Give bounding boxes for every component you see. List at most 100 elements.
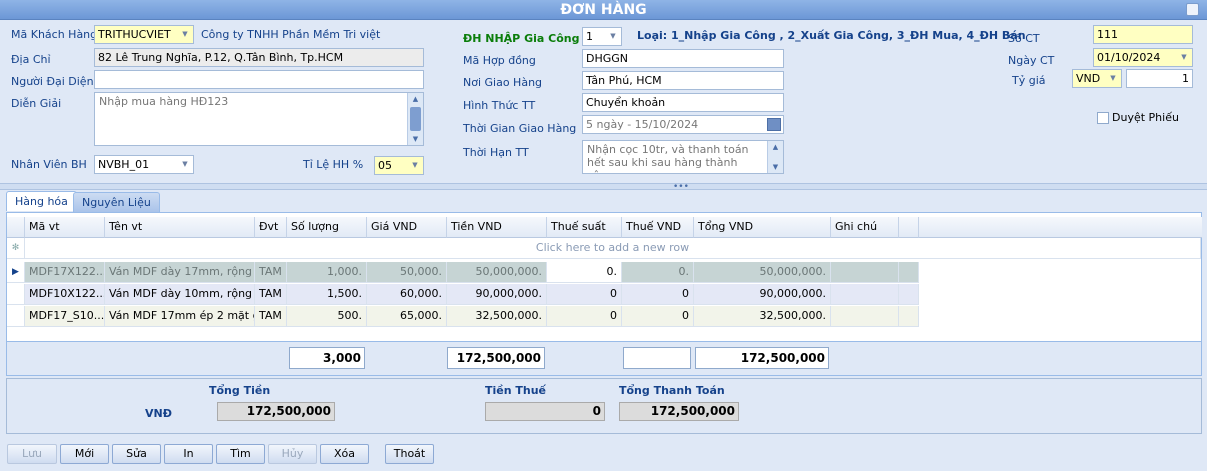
grid-cell[interactable]: 0: [622, 284, 694, 305]
search-button[interactable]: Tìm: [216, 444, 265, 464]
window-title: ĐƠN HÀNG: [0, 0, 1207, 20]
tienthue-label: Tiền Thuế: [485, 384, 547, 397]
grid-cell[interactable]: 90,000,000.: [694, 284, 831, 305]
grid-cell[interactable]: Ván MDF 17mm ép 2 mặt gi...: [105, 306, 255, 327]
col-header[interactable]: Số lượng: [287, 217, 367, 238]
delete-button[interactable]: Xóa: [320, 444, 369, 464]
sum-tong: 172,500,000: [695, 347, 829, 369]
col-header[interactable]: Mã vt: [25, 217, 105, 238]
thoihan-memo[interactable]: Nhận cọc 10tr, và thanh toán hết sau khi…: [582, 140, 784, 174]
grid-cell[interactable]: 50,000,000.: [447, 262, 547, 283]
grid-cell[interactable]: 0: [547, 306, 622, 327]
grid-cell[interactable]: 0: [622, 306, 694, 327]
grid-cell[interactable]: 60,000.: [367, 284, 447, 305]
col-header[interactable]: Thuế suất: [547, 217, 622, 238]
summary-footer: 3,000 172,500,000 172,500,000: [7, 341, 1201, 375]
col-header[interactable]: Giá VND: [367, 217, 447, 238]
hinhthuc-field[interactable]: Chuyển khoản: [582, 93, 784, 112]
grid-cell[interactable]: 0.: [622, 262, 694, 283]
cancel-button[interactable]: Hủy: [268, 444, 317, 464]
grid-cell[interactable]: 0.: [547, 262, 622, 283]
exit-button[interactable]: Thoát: [385, 444, 434, 464]
grid-cell[interactable]: [831, 284, 899, 305]
tile-combo[interactable]: 05 ▼: [374, 156, 424, 175]
grid-cell[interactable]: TAM: [255, 284, 287, 305]
grid-cell[interactable]: 32,500,000.: [694, 306, 831, 327]
col-header[interactable]: Tiền VND: [447, 217, 547, 238]
thoihan-label: Thời Hạn TT: [463, 146, 529, 159]
current-row-icon[interactable]: ▶: [7, 262, 25, 283]
col-header-blank: [899, 217, 919, 238]
tgiao-field[interactable]: 5 ngày - 15/10/2024: [582, 115, 784, 134]
picker-button-icon[interactable]: [767, 118, 781, 131]
grid-cell[interactable]: 90,000,000.: [447, 284, 547, 305]
grid-cell[interactable]: MDF17_S10...: [25, 306, 105, 327]
nguoi-dd-label: Người Đại Diện: [11, 75, 94, 88]
tygia-field[interactable]: 1: [1126, 69, 1193, 88]
mahd-field[interactable]: DHGGN: [582, 49, 784, 68]
tile-label: Tỉ Lệ HH %: [303, 158, 364, 171]
tongtt-value: 172,500,000: [619, 402, 739, 421]
add-new-row[interactable]: Click here to add a new row: [25, 238, 1201, 259]
scroll-down-icon: ▼: [412, 135, 419, 143]
loai-text: Loại: 1_Nhập Gia Công , 2_Xuất Gia Công,…: [637, 29, 1026, 42]
print-button[interactable]: In: [164, 444, 213, 464]
hinhthuc-label: Hình Thức TT: [463, 99, 536, 112]
col-header[interactable]: Tên vt: [105, 217, 255, 238]
soct-label: Số CT: [1008, 32, 1040, 45]
items-grid[interactable]: Mã vt Tên vt Đvt Số lượng Giá VND Tiền V…: [6, 212, 1202, 376]
col-header[interactable]: Thuế VND: [622, 217, 694, 238]
dh-combo[interactable]: 1 ▼: [582, 27, 622, 46]
col-header[interactable]: Đvt: [255, 217, 287, 238]
col-header[interactable]: Tổng VND: [694, 217, 831, 238]
grid-cell[interactable]: 1,000.: [287, 262, 367, 283]
grid-cell[interactable]: MDF17X122...: [25, 262, 105, 283]
tien-combo[interactable]: VND ▼: [1072, 69, 1122, 88]
splitter[interactable]: •••: [0, 183, 1207, 192]
duyet-checkbox[interactable]: [1097, 112, 1109, 124]
grid-cell-blank: [899, 306, 919, 327]
tgiao-label: Thời Gian Giao Hàng: [463, 122, 577, 135]
grid-cell[interactable]: 500.: [287, 306, 367, 327]
dia-chi-field[interactable]: 82 Lê Trung Nghĩa, P.12, Q.Tân Bình, Tp.…: [94, 48, 424, 67]
nv-combo[interactable]: NVBH_01 ▼: [94, 155, 194, 174]
row-indicator[interactable]: [7, 284, 25, 305]
row-indicator-header: [7, 217, 25, 238]
dh-label: ĐH NHẬP Gia Công: [463, 32, 580, 45]
grid-cell[interactable]: [831, 262, 899, 283]
grid-cell[interactable]: TAM: [255, 262, 287, 283]
tab-nguyen-lieu[interactable]: Nguyên Liệu: [73, 192, 160, 212]
grid-cell[interactable]: TAM: [255, 306, 287, 327]
grid-cell[interactable]: 50,000,000.: [694, 262, 831, 283]
grid-cell[interactable]: 50,000.: [367, 262, 447, 283]
grid-cell[interactable]: Ván MDF dày 10mm, rộng 1...: [105, 284, 255, 305]
col-header[interactable]: Ghi chú: [831, 217, 899, 238]
grid-cell-blank: [899, 262, 919, 283]
ma-kh-combo[interactable]: TRITHUCVIET ▼: [94, 25, 194, 44]
tab-hang-hoa[interactable]: Hàng hóa: [6, 191, 77, 211]
ngayct-picker[interactable]: 01/10/2024 ▼: [1093, 48, 1193, 67]
new-button[interactable]: Mới: [60, 444, 109, 464]
memo-scrollbar[interactable]: ▲ ▼: [407, 93, 423, 145]
edit-button[interactable]: Sửa: [112, 444, 161, 464]
restore-window-button[interactable]: [1186, 3, 1199, 16]
dien-giai-label: Diễn Giải: [11, 97, 62, 110]
ngayct-label: Ngày CT: [1008, 54, 1055, 67]
grid-cell[interactable]: [831, 306, 899, 327]
dien-giai-memo[interactable]: Nhập mua hàng HĐ123 ▲ ▼: [94, 92, 424, 146]
grid-cell[interactable]: 0: [547, 284, 622, 305]
grid-cell[interactable]: 65,000.: [367, 306, 447, 327]
chevron-down-icon: ▼: [182, 30, 188, 38]
scroll-up-icon: ▲: [772, 143, 779, 151]
row-indicator[interactable]: [7, 306, 25, 327]
grid-cell[interactable]: Ván MDF dày 17mm, rộng 1...: [105, 262, 255, 283]
grid-cell[interactable]: MDF10X122...: [25, 284, 105, 305]
memo-scrollbar[interactable]: ▲ ▼: [767, 141, 783, 173]
grid-cell[interactable]: 32,500,000.: [447, 306, 547, 327]
soct-field[interactable]: 111: [1093, 25, 1193, 44]
noigiao-field[interactable]: Tân Phú, HCM: [582, 71, 784, 90]
nguoi-dd-field[interactable]: [94, 70, 424, 89]
save-button[interactable]: Lưu: [7, 444, 57, 464]
grid-cell[interactable]: 1,500.: [287, 284, 367, 305]
sum-tien: 172,500,000: [447, 347, 545, 369]
